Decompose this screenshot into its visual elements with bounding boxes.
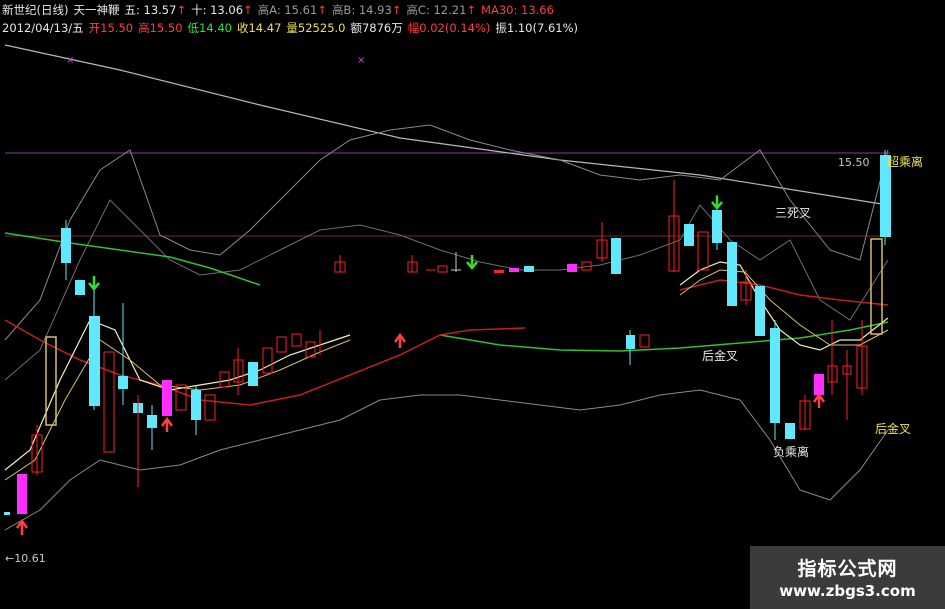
price-high-label: 15.50	[838, 156, 870, 169]
ma10-2	[679, 269, 889, 346]
green-ma-2	[439, 321, 889, 352]
candle-hollow-big	[870, 238, 883, 335]
watermark-url: www.zbgs3.com	[779, 582, 916, 600]
x-mark-2: ×	[357, 55, 365, 66]
x-mark-1: ×	[66, 55, 74, 66]
fuchengli-label: 负乘离	[773, 444, 809, 459]
price-low-label: ←10.61	[5, 552, 46, 565]
left-candles	[4, 220, 321, 515]
watermark-box: 指标公式网 www.zbgs3.com	[750, 546, 945, 609]
right-candles	[596, 150, 891, 440]
ma5-2	[679, 261, 889, 351]
kline-chart: × × 15.50 ←10.61 三死叉 后金叉 后金叉 负乘离 超乘离	[4, 44, 923, 565]
chaochengli-label: 超乘离	[887, 154, 923, 169]
houjincha-label-2: 后金叉	[875, 421, 911, 436]
watermark-title: 指标公式网	[797, 558, 898, 580]
houjincha-label-1: 后金叉	[702, 348, 738, 363]
trend-line	[4, 44, 889, 206]
green-ma	[4, 232, 261, 286]
sansicha-label: 三死叉	[775, 206, 811, 220]
red-ma-2	[679, 279, 889, 306]
candle-magenta-right	[814, 374, 824, 395]
